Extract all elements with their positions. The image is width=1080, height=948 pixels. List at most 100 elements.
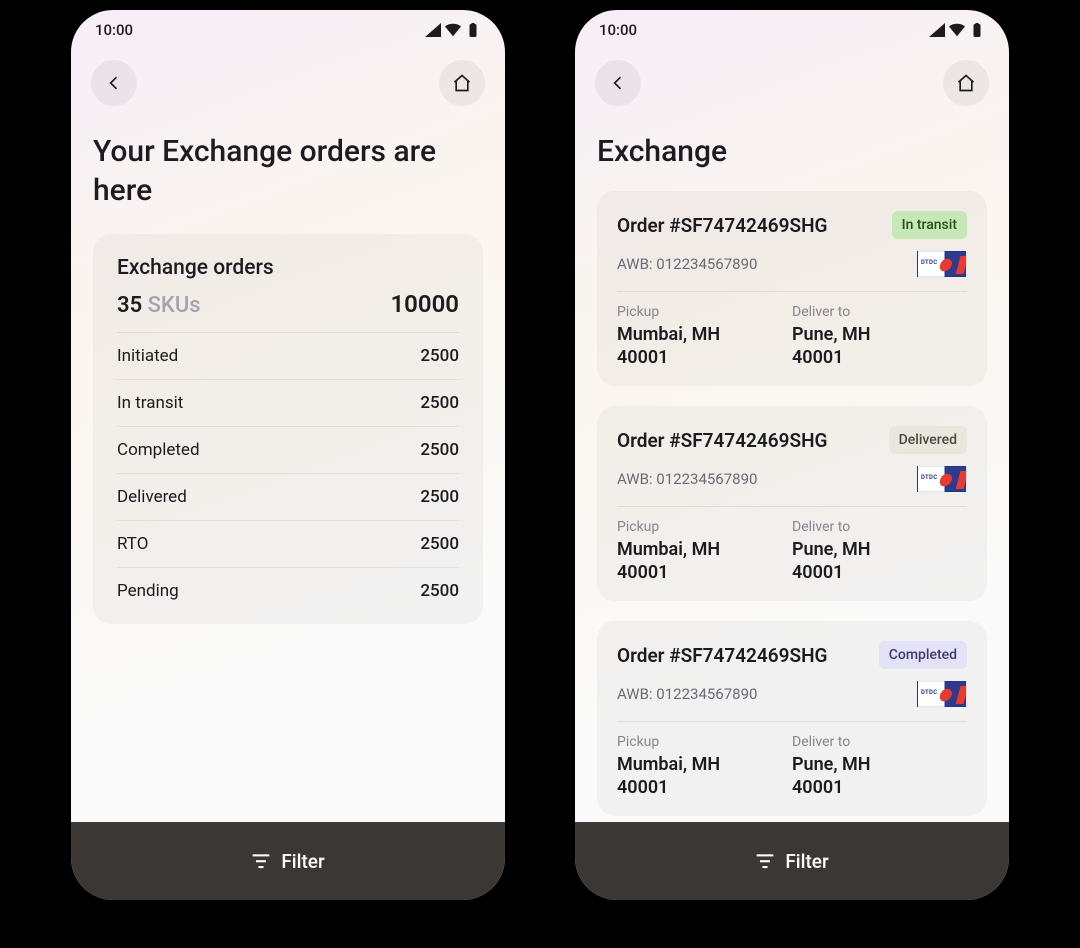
filter-label: Filter [281, 850, 324, 873]
summary-row-value: 2500 [420, 581, 459, 601]
home-icon [452, 73, 472, 93]
nav-row [71, 50, 505, 114]
chevron-left-icon [104, 73, 124, 93]
pickup-label: Pickup [617, 519, 792, 535]
deliver-city: Pune, MH [792, 324, 967, 345]
sku-label: SKUs [148, 293, 201, 318]
summary-row-label: RTO [117, 534, 148, 554]
awb-text: AWB: 012234567890 [617, 470, 757, 488]
deliver-col: Deliver to Pune, MH 40001 [792, 304, 967, 368]
summary-row-value: 2500 [420, 487, 459, 507]
order-title: Order #SF74742469SHG [617, 214, 827, 237]
deliver-label: Deliver to [792, 519, 967, 535]
chevron-left-icon [608, 73, 628, 93]
deliver-city: Pune, MH [792, 754, 967, 775]
status-icons [425, 23, 481, 37]
summary-row-label: Initiated [117, 346, 178, 366]
exchange-summary-card: Exchange orders 35 SKUs 10000 Initiated 2… [93, 234, 483, 624]
order-card[interactable]: Order #SF74742469SHG Completed AWB: 0122… [597, 621, 987, 816]
status-badge: In transit [892, 211, 967, 239]
summary-row-label: Completed [117, 440, 200, 460]
summary-row[interactable]: RTO 2500 [117, 521, 459, 568]
summary-row[interactable]: Initiated 2500 [117, 333, 459, 380]
locations: Pickup Mumbai, MH 40001 Deliver to Pune,… [617, 734, 967, 798]
deliver-zip: 40001 [792, 347, 967, 368]
pickup-zip: 40001 [617, 777, 792, 798]
deliver-label: Deliver to [792, 304, 967, 320]
summary-head: 35 SKUs 10000 [117, 290, 459, 333]
pickup-col: Pickup Mumbai, MH 40001 [617, 304, 792, 368]
status-badge: Completed [879, 641, 967, 669]
filter-button[interactable]: Filter [575, 822, 1009, 900]
back-button[interactable] [595, 60, 641, 106]
sku-count: 35 [117, 293, 142, 318]
orders-list[interactable]: Order #SF74742469SHG In transit AWB: 012… [575, 191, 1009, 900]
locations: Pickup Mumbai, MH 40001 Deliver to Pune,… [617, 519, 967, 583]
status-badge: Delivered [889, 426, 967, 454]
summary-row-value: 2500 [420, 393, 459, 413]
order-head: Order #SF74742469SHG Delivered [617, 426, 967, 454]
carrier-logo-icon [917, 681, 967, 707]
awb-text: AWB: 012234567890 [617, 255, 757, 273]
page-title: Exchange [575, 114, 1009, 191]
deliver-label: Deliver to [792, 734, 967, 750]
pickup-city: Mumbai, MH [617, 324, 792, 345]
battery-icon [969, 23, 985, 37]
status-time: 10:00 [599, 21, 637, 39]
filter-label: Filter [785, 850, 828, 873]
page-title: Your Exchange orders are here [71, 114, 505, 234]
content-area[interactable]: Exchange orders 35 SKUs 10000 Initiated 2… [71, 234, 505, 900]
status-bar: 10:00 [71, 10, 505, 50]
summary-row[interactable]: Delivered 2500 [117, 474, 459, 521]
awb-row: AWB: 012234567890 [617, 681, 967, 722]
summary-row-label: In transit [117, 393, 183, 413]
summary-row-value: 2500 [420, 534, 459, 554]
back-button[interactable] [91, 60, 137, 106]
pickup-col: Pickup Mumbai, MH 40001 [617, 519, 792, 583]
phone-screen-orders: 10:00 Exchange Order #SF74742469SHG In t… [575, 10, 1009, 900]
summary-row-value: 2500 [420, 440, 459, 460]
pickup-zip: 40001 [617, 347, 792, 368]
order-card[interactable]: Order #SF74742469SHG In transit AWB: 012… [597, 191, 987, 386]
filter-icon [755, 851, 775, 871]
wifi-icon [445, 23, 461, 37]
deliver-col: Deliver to Pune, MH 40001 [792, 734, 967, 798]
phone-screen-summary: 10:00 Your Exchange orders are here Exch… [71, 10, 505, 900]
home-button[interactable] [439, 60, 485, 106]
summary-row-value: 2500 [420, 346, 459, 366]
status-bar: 10:00 [575, 10, 1009, 50]
summary-row[interactable]: In transit 2500 [117, 380, 459, 427]
pickup-col: Pickup Mumbai, MH 40001 [617, 734, 792, 798]
summary-rows: Initiated 2500 In transit 2500 Completed 2500… [117, 333, 459, 614]
deliver-col: Deliver to Pune, MH 40001 [792, 519, 967, 583]
summary-row-label: Pending [117, 581, 179, 601]
pickup-city: Mumbai, MH [617, 754, 792, 775]
filter-icon [251, 851, 271, 871]
order-head: Order #SF74742469SHG In transit [617, 211, 967, 239]
deliver-zip: 40001 [792, 562, 967, 583]
nav-row [575, 50, 1009, 114]
order-card[interactable]: Order #SF74742469SHG Delivered AWB: 0122… [597, 406, 987, 601]
summary-heading: Exchange orders [117, 256, 459, 280]
summary-row[interactable]: Pending 2500 [117, 568, 459, 614]
status-icons [929, 23, 985, 37]
pickup-label: Pickup [617, 304, 792, 320]
filter-button[interactable]: Filter [71, 822, 505, 900]
deliver-city: Pune, MH [792, 539, 967, 560]
pickup-label: Pickup [617, 734, 792, 750]
summary-row-label: Delivered [117, 487, 187, 507]
carrier-logo-icon [917, 466, 967, 492]
signal-icon [425, 23, 441, 37]
wifi-icon [949, 23, 965, 37]
signal-icon [929, 23, 945, 37]
summary-total: 10000 [390, 290, 459, 318]
summary-row[interactable]: Completed 2500 [117, 427, 459, 474]
order-head: Order #SF74742469SHG Completed [617, 641, 967, 669]
awb-row: AWB: 012234567890 [617, 466, 967, 507]
home-button[interactable] [943, 60, 989, 106]
battery-icon [465, 23, 481, 37]
deliver-zip: 40001 [792, 777, 967, 798]
pickup-zip: 40001 [617, 562, 792, 583]
home-icon [956, 73, 976, 93]
pickup-city: Mumbai, MH [617, 539, 792, 560]
